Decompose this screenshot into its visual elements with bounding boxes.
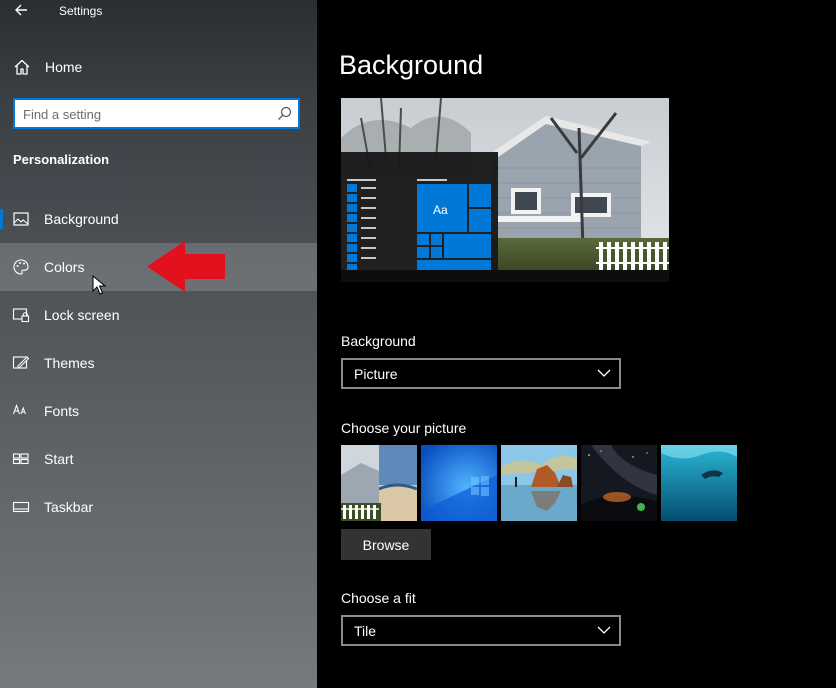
start-icon xyxy=(12,453,29,465)
themes-icon xyxy=(12,356,30,369)
sidebar-item-lock-screen[interactable]: Lock screen xyxy=(0,291,317,339)
chevron-down-icon xyxy=(597,369,611,377)
app-title: Settings xyxy=(59,4,103,18)
red-annotation-arrow-icon xyxy=(147,241,225,292)
search-box[interactable] xyxy=(13,98,300,129)
section-title: Personalization xyxy=(13,152,110,167)
mouse-cursor-icon xyxy=(92,275,106,295)
search-icon[interactable] xyxy=(277,106,292,121)
fit-label: Choose a fit xyxy=(341,590,416,606)
background-label: Background xyxy=(341,333,416,349)
sidebar-item-taskbar[interactable]: Taskbar xyxy=(0,483,317,531)
taskbar-icon xyxy=(12,501,30,513)
sidebar-item-fonts[interactable]: Fonts xyxy=(0,387,317,435)
lock-screen-icon xyxy=(12,308,30,323)
sidebar-item-background[interactable]: Background xyxy=(0,195,317,243)
picture-thumbnail-5[interactable] xyxy=(661,445,737,521)
background-type-value: Picture xyxy=(354,366,398,382)
palette-icon xyxy=(13,259,29,275)
main-content: Background Aa Background Picture Choose … xyxy=(317,0,836,688)
back-button[interactable] xyxy=(10,1,32,21)
search-input[interactable] xyxy=(23,105,268,123)
sidebar-item-label: Taskbar xyxy=(44,499,94,515)
sidebar-item-start[interactable]: Start xyxy=(0,435,317,483)
page-title: Background xyxy=(339,50,484,80)
sidebar-item-label: Lock screen xyxy=(44,307,120,323)
home-nav-item[interactable]: Home xyxy=(0,48,317,86)
sidebar-item-label: Themes xyxy=(44,355,95,371)
picture-thumbnail-4[interactable] xyxy=(581,445,657,521)
sidebar-item-themes[interactable]: Themes xyxy=(0,339,317,387)
picture-thumbnail-2[interactable] xyxy=(421,445,497,521)
browse-button[interactable]: Browse xyxy=(341,529,431,560)
home-icon xyxy=(14,59,30,75)
active-indicator xyxy=(0,209,3,229)
picture-thumbnails xyxy=(341,445,741,521)
sidebar-item-label: Start xyxy=(44,451,74,467)
background-preview: Aa xyxy=(341,98,669,282)
background-type-dropdown[interactable]: Picture xyxy=(341,358,621,389)
sidebar-item-label: Fonts xyxy=(44,403,80,419)
picture-thumbnail-3[interactable] xyxy=(501,445,577,521)
fit-value: Tile xyxy=(354,623,377,639)
picture-thumbnail-1[interactable] xyxy=(341,445,417,521)
back-arrow-icon xyxy=(15,4,27,16)
preview-tile-text: Aa xyxy=(433,203,448,217)
sidebar: Settings Home Personalization Background xyxy=(0,0,317,688)
choose-picture-label: Choose your picture xyxy=(341,420,467,436)
home-label: Home xyxy=(45,59,83,75)
fonts-icon xyxy=(12,403,26,415)
picture-icon xyxy=(13,212,29,226)
sidebar-item-label: Background xyxy=(44,211,119,227)
chevron-down-icon xyxy=(597,626,611,634)
fit-dropdown[interactable]: Tile xyxy=(341,615,621,646)
title-bar: Settings xyxy=(0,0,317,24)
preview-image xyxy=(341,98,669,282)
sidebar-item-label: Colors xyxy=(44,259,85,275)
